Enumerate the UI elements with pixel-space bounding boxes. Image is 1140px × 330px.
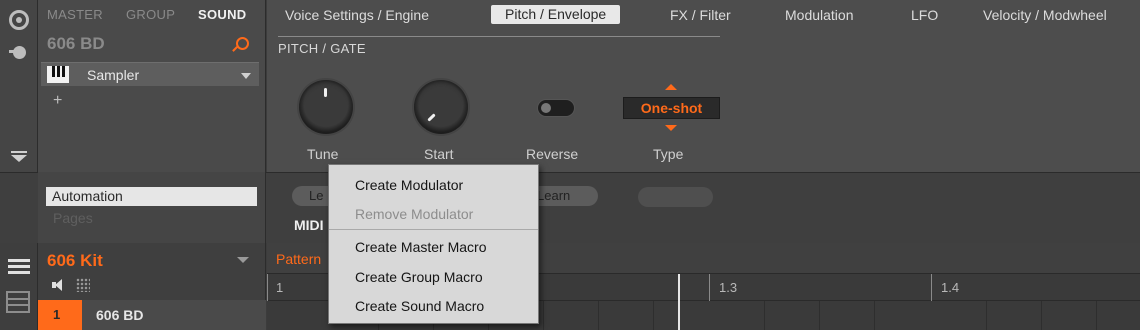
menu-separator (329, 229, 538, 230)
tab-lfo[interactable]: LFO (911, 7, 938, 23)
speaker-icon[interactable] (52, 279, 64, 291)
browser-icon[interactable] (9, 10, 29, 30)
create-master-macro-item[interactable]: Create Master Macro (355, 239, 486, 255)
search-icon[interactable] (232, 37, 249, 52)
start-knob[interactable] (414, 80, 468, 134)
sound-row-name: 606 BD (96, 307, 144, 323)
automation-list: Automation Pages (38, 172, 266, 243)
plugin-name: Sampler (87, 67, 140, 83)
tab-master[interactable]: MASTER (47, 7, 103, 22)
tab-modulation[interactable]: Modulation (785, 7, 854, 23)
reverse-toggle[interactable] (538, 100, 574, 116)
sound-index-badge: 1 (38, 300, 82, 330)
remove-modulator-item: Remove Modulator (355, 206, 474, 222)
type-selector[interactable]: One-shot (623, 97, 720, 119)
tab-fx-filter[interactable]: FX / Filter (670, 7, 731, 23)
automation-empty-slot[interactable] (638, 187, 713, 207)
add-plugin-button[interactable]: + (53, 92, 63, 110)
tab-voice-settings[interactable]: Voice Settings / Engine (285, 7, 429, 23)
collapse-down-icon[interactable] (11, 151, 27, 162)
section-title: PITCH / GATE (278, 41, 366, 56)
chevron-down-icon[interactable] (665, 125, 677, 131)
tab-velocity-modwheel[interactable]: Velocity / Modwheel (983, 7, 1107, 23)
context-menu: Create Modulator Remove Modulator Create… (328, 164, 539, 324)
tune-knob[interactable] (299, 80, 353, 134)
plugin-icon[interactable] (9, 46, 29, 60)
sound-panel: MASTER GROUP SOUND 606 BD Sampler + (38, 0, 266, 172)
type-label: Type (653, 146, 684, 162)
pattern-label[interactable]: Pattern (276, 251, 321, 267)
sound-name[interactable]: 606 BD (47, 34, 105, 54)
type-value: One-shot (640, 100, 703, 116)
bottom-icon-strip (0, 243, 38, 330)
ruler-mark: 1.4 (941, 280, 960, 295)
reverse-label: Reverse (526, 146, 579, 162)
list-view-icon[interactable] (8, 259, 30, 275)
automation-list-item[interactable]: Automation (46, 187, 257, 206)
ruler-mark: 1 (276, 280, 284, 295)
create-sound-macro-item[interactable]: Create Sound Macro (355, 298, 484, 314)
group-name[interactable]: 606 Kit (47, 251, 103, 271)
parameter-area: Voice Settings / Engine Pitch / Envelope… (267, 0, 1140, 172)
midi-label: MIDI (294, 217, 324, 233)
tab-pitch-envelope[interactable]: Pitch / Envelope (491, 5, 621, 24)
tab-sound[interactable]: SOUND (198, 7, 246, 22)
playhead (678, 274, 680, 330)
ruler-mark: 1.3 (719, 280, 738, 295)
chevron-up-icon[interactable] (665, 84, 677, 90)
sound-row[interactable]: 1 606 BD (38, 300, 266, 330)
keyboard-icon (47, 66, 69, 83)
create-modulator-item[interactable]: Create Modulator (355, 177, 463, 193)
grid-view-icon[interactable] (6, 291, 30, 313)
group-panel: 606 Kit 1 606 BD (38, 243, 266, 330)
start-label: Start (424, 146, 454, 162)
pads-icon[interactable] (76, 278, 90, 292)
chevron-down-icon[interactable] (241, 73, 251, 79)
create-group-macro-item[interactable]: Create Group Macro (355, 269, 483, 285)
tune-label: Tune (307, 146, 339, 162)
tab-group[interactable]: GROUP (126, 7, 175, 22)
plugin-slot[interactable]: Sampler (41, 62, 259, 86)
chevron-down-icon[interactable] (237, 257, 249, 263)
section-divider (278, 36, 720, 37)
pages-list-item[interactable]: Pages (53, 210, 93, 226)
